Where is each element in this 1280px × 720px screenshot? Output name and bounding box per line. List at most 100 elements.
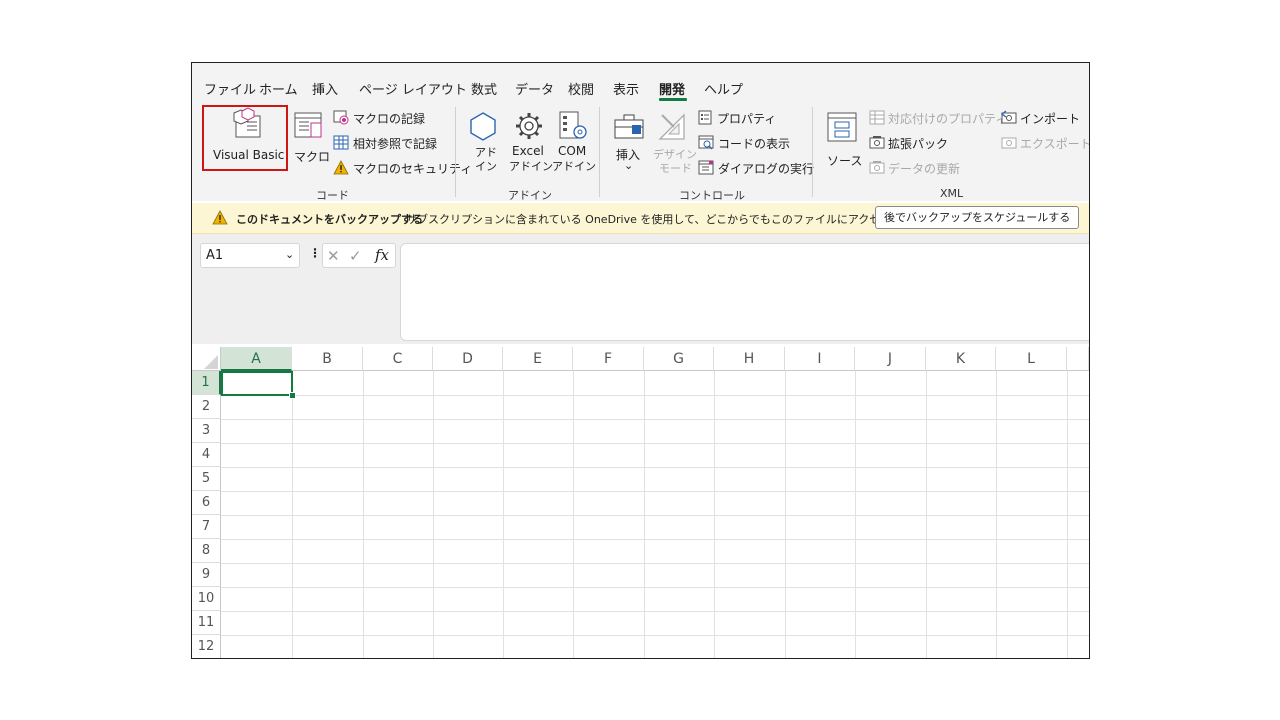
column-header-g[interactable]: G — [644, 347, 714, 371]
tab-home[interactable]: ホーム — [259, 79, 298, 98]
select-all-triangle-icon — [204, 355, 218, 369]
tab-insert[interactable]: 挿入 — [312, 79, 338, 98]
macros-button[interactable]: マクロ — [290, 109, 330, 169]
group-label-code: コード — [316, 189, 349, 202]
xml-source-label: ソース — [827, 154, 863, 168]
gear-icon — [516, 113, 542, 139]
column-header-h[interactable]: H — [714, 347, 785, 371]
active-cell-a1[interactable] — [221, 371, 293, 396]
properties-button[interactable]: プロパティ — [697, 109, 797, 127]
row-header-12[interactable]: 12 — [192, 635, 221, 658]
insert-function-icon[interactable]: fx — [375, 246, 389, 264]
gridline — [221, 563, 1089, 564]
row-header-3[interactable]: 3 — [192, 419, 221, 443]
run-dialog-button[interactable]: ダイアログの実行 — [697, 159, 814, 177]
column-header-c[interactable]: C — [363, 347, 433, 371]
worksheet-grid[interactable]: A B C D E F G H I J K L 1 2 3 4 5 6 7 8 … — [192, 347, 1089, 658]
more-options-icon[interactable]: ⋮ — [309, 246, 321, 260]
cancel-icon[interactable]: ✕ — [327, 247, 340, 265]
run-dialog-icon — [698, 160, 714, 175]
xml-source-icon — [827, 112, 857, 142]
tab-review[interactable]: 校閲 — [568, 79, 594, 98]
column-header-f[interactable]: F — [573, 347, 644, 371]
tab-page-layout[interactable]: ページ レイアウト — [359, 79, 467, 98]
gridline — [221, 515, 1089, 516]
map-properties-button[interactable]: 対応付けのプロパティ — [868, 109, 1007, 127]
view-code-button[interactable]: コードの表示 — [697, 134, 797, 152]
column-header-l[interactable]: L — [996, 347, 1067, 371]
name-box[interactable]: A1 ⌄ — [200, 243, 300, 268]
visual-basic-label: Visual Basic — [213, 148, 285, 162]
gridline — [714, 371, 715, 658]
row-header-11[interactable]: 11 — [192, 611, 221, 635]
import-label: インポート — [1020, 112, 1081, 126]
gridline — [221, 443, 1089, 444]
excel-addins-label-line2: アドイン — [509, 160, 553, 173]
gridline — [644, 371, 645, 658]
column-header-e[interactable]: E — [503, 347, 573, 371]
row-header-4[interactable]: 4 — [192, 443, 221, 467]
schedule-backup-button[interactable]: 後でバックアップをスケジュールする — [875, 206, 1080, 229]
fill-handle[interactable] — [289, 392, 296, 399]
select-all-corner[interactable] — [192, 347, 221, 371]
tab-formulas[interactable]: 数式 — [471, 79, 497, 98]
tab-developer[interactable]: 開発 — [659, 79, 685, 98]
row-header-2[interactable]: 2 — [192, 395, 221, 419]
com-addins-icon — [559, 111, 587, 139]
refresh-data-label: データの更新 — [888, 162, 961, 176]
gridline — [221, 467, 1089, 468]
map-properties-label: 対応付けのプロパティ — [888, 112, 1008, 126]
formula-input[interactable] — [400, 243, 1089, 341]
column-header-a[interactable]: A — [221, 347, 292, 371]
group-separator — [599, 107, 600, 197]
tab-file[interactable]: ファイル — [204, 79, 256, 98]
addins-hexagon-icon — [470, 112, 496, 141]
export-button[interactable]: エクスポート — [1000, 134, 1089, 152]
gridline — [996, 371, 997, 658]
addins-label-line2: イン — [475, 160, 497, 173]
relative-reference-label: 相対参照で記録 — [353, 137, 438, 151]
row-header-1[interactable]: 1 — [192, 371, 221, 395]
gridline — [292, 371, 293, 658]
column-header-k[interactable]: K — [926, 347, 996, 371]
row-header-8[interactable]: 8 — [192, 539, 221, 563]
addins-button[interactable]: アド イン — [466, 109, 502, 173]
formula-buttons: ✕ ✓ fx — [322, 243, 396, 268]
gridline — [503, 371, 504, 658]
relative-reference-icon — [333, 135, 349, 150]
column-header-b[interactable]: B — [292, 347, 363, 371]
map-properties-icon — [869, 110, 885, 125]
row-header-6[interactable]: 6 — [192, 491, 221, 515]
row-header-7[interactable]: 7 — [192, 515, 221, 539]
record-macro-button[interactable]: マクロの記録 — [332, 109, 452, 127]
import-button[interactable]: インポート — [1000, 109, 1085, 127]
expansion-packs-button[interactable]: 拡張パック — [868, 134, 968, 152]
design-mode-button[interactable]: デザイン モード — [651, 109, 697, 175]
com-addins-button[interactable]: COM アドイン — [552, 109, 596, 173]
column-header-d[interactable]: D — [433, 347, 503, 371]
gridline — [221, 539, 1089, 540]
visual-basic-button[interactable]: Visual Basic — [206, 107, 284, 169]
column-header-partial[interactable] — [1067, 347, 1089, 371]
relative-reference-button[interactable]: 相対参照で記録 — [332, 134, 452, 152]
row-header-5[interactable]: 5 — [192, 467, 221, 491]
xml-source-button[interactable]: ソース — [822, 109, 862, 173]
chevron-down-icon: ⌄ — [285, 248, 295, 261]
com-addins-label-line2: アドイン — [552, 160, 596, 173]
row-header-9[interactable]: 9 — [192, 563, 221, 587]
tab-help[interactable]: ヘルプ — [704, 79, 743, 98]
gridline — [221, 419, 1089, 420]
column-header-j[interactable]: J — [855, 347, 926, 371]
backup-notification-bar: このドキュメントをバックアップする サブスクリプションに含まれている OneDr… — [192, 203, 1089, 234]
backup-notice-text: サブスクリプションに含まれている OneDrive を使用して、どこからでもこの… — [406, 213, 946, 226]
tab-view[interactable]: 表示 — [613, 79, 639, 98]
row-header-10[interactable]: 10 — [192, 587, 221, 611]
excel-addins-button[interactable]: Excel アドイン — [506, 109, 553, 173]
gridline — [573, 371, 574, 658]
tab-data[interactable]: データ — [515, 79, 554, 98]
column-header-i[interactable]: I — [785, 347, 855, 371]
refresh-data-button[interactable]: データの更新 — [868, 159, 968, 177]
macro-security-button[interactable]: マクロのセキュリティ — [332, 159, 472, 177]
enter-icon[interactable]: ✓ — [349, 247, 362, 265]
insert-control-button[interactable]: 挿入 ⌄ — [610, 109, 650, 175]
